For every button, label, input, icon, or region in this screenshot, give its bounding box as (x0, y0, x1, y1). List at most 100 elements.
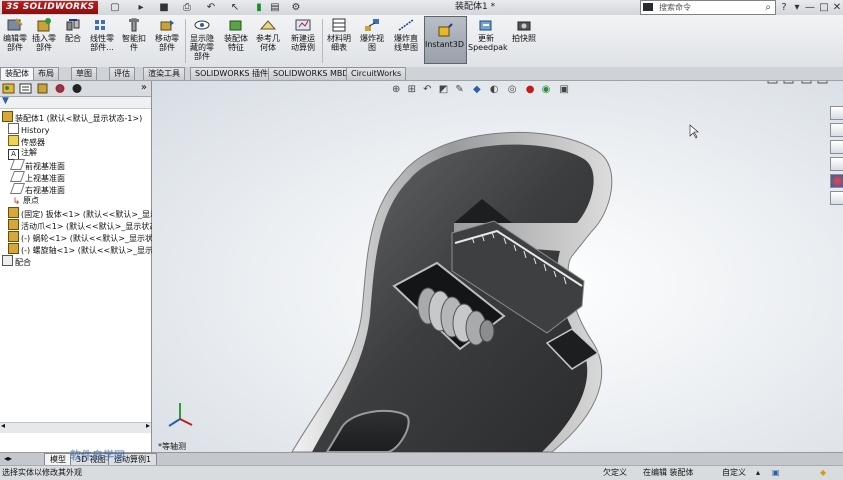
units-chevron-icon[interactable]: ▴ (756, 466, 760, 479)
tree-item-origin[interactable]: ↳ 原点 (12, 195, 39, 207)
status-tooltip-icon[interactable]: ▣ (772, 466, 780, 479)
search-commands-box[interactable]: 搜索命令 ⌕ (640, 0, 776, 15)
search-icon[interactable]: ⌕ (765, 1, 771, 14)
open-file-icon[interactable]: ▸ (134, 1, 148, 14)
tree-item-right-plane[interactable]: 右视基准面 (9, 183, 65, 195)
minimize-button[interactable]: — (804, 1, 816, 14)
tab-assembly[interactable]: 装配体 (0, 67, 34, 80)
assembly-icon (2, 111, 13, 122)
part-icon (8, 207, 19, 218)
command-manager-tabs: 装配体 布局 草图 评估 渲染工具 SOLIDWORKS 插件 SOLIDWOR… (0, 67, 843, 81)
exploded-view-icon (365, 19, 379, 31)
file-properties-icon[interactable]: ▤ (268, 1, 282, 14)
tab-scroll-icon[interactable]: ◂▸ (4, 453, 12, 465)
smart-fastener-icon (129, 18, 139, 32)
configuration-manager-tab-icon[interactable] (35, 82, 51, 95)
options-icon[interactable]: ⚙ (289, 1, 303, 14)
edit-component-button[interactable]: 编辑零 部件 (0, 17, 30, 52)
tree-filter-row[interactable]: ▼ (0, 96, 151, 109)
linear-pattern-button[interactable]: 线性零 部件... (86, 17, 118, 52)
tab-layout[interactable]: 布局 (33, 67, 59, 80)
scroll-right-icon[interactable]: ▸ (146, 421, 150, 430)
insert-component-icon (37, 18, 51, 32)
close-button[interactable]: ✕ (831, 1, 843, 14)
tab-sketch[interactable]: 草图 (71, 67, 97, 80)
snapshot-button[interactable]: 拍快照 (508, 17, 540, 43)
tab-evaluate[interactable]: 评估 (109, 67, 135, 80)
assembly-features-button[interactable]: 装配体 特征 (222, 17, 250, 52)
save-icon[interactable]: ■ (157, 1, 171, 14)
scroll-left-icon[interactable]: ◂ (1, 421, 5, 430)
explode-line-icon (398, 19, 414, 31)
rebuild-icon[interactable]: ▮ (252, 1, 266, 14)
display-manager-tab-icon[interactable] (69, 82, 85, 95)
tab-circuitworks[interactable]: CircuitWorks (346, 67, 407, 80)
reference-geometry-icon (259, 20, 277, 30)
solidworks-logo[interactable]: 3S SOLIDWORKS (2, 1, 99, 14)
mate-button[interactable]: 配合 (60, 17, 86, 43)
linear-pattern-label: 线性零 部件... (90, 34, 114, 52)
tree-item-label: History (21, 126, 50, 135)
tree-item-history[interactable]: History (8, 123, 49, 135)
design-library-icon[interactable] (830, 123, 843, 137)
file-explorer-icon[interactable] (830, 140, 843, 154)
tab-solidworks-addins[interactable]: SOLIDWORKS 插件 (190, 67, 273, 80)
filter-icon[interactable]: ▼ (2, 96, 9, 106)
tree-root-assembly[interactable]: 装配体1 (默认<默认_显示状态-1>) (2, 111, 142, 123)
smart-fasteners-button[interactable]: 智能扣 件 (120, 17, 148, 52)
rebuild-status-icon[interactable]: ◆ (820, 466, 826, 479)
bom-button[interactable]: 材料明 细表 (324, 17, 354, 52)
tab-solidworks-mbd[interactable]: SOLIDWORKS MBD (268, 67, 354, 80)
view-palette-icon[interactable] (830, 157, 843, 171)
solidworks-resources-icon[interactable] (830, 106, 843, 120)
tree-item-component-body[interactable]: (固定) 扳体<1> (默认<<默认>_显示 (8, 207, 158, 219)
new-motion-study-button[interactable]: 新建运 动算例 (286, 17, 320, 52)
dimxpert-tab-icon[interactable] (52, 82, 68, 95)
reference-geometry-button[interactable]: 参考几 何体 (254, 17, 282, 52)
undo-icon[interactable]: ↶ (204, 1, 218, 14)
speedpak-icon (479, 20, 492, 31)
appearances-icon[interactable] (830, 174, 843, 188)
title-bar: 3S SOLIDWORKS ▢ ▸ ■ ⎙ ↶ ↖ ▮ ▤ ⚙ 装配体1 * 搜… (0, 0, 843, 16)
bom-label: 材料明 细表 (327, 34, 351, 52)
new-document-icon[interactable]: ▢ (108, 1, 122, 14)
part-icon (8, 231, 19, 242)
tree-item-sensors[interactable]: 传感器 (8, 135, 45, 147)
panel-expand-icon[interactable]: » (141, 81, 147, 95)
print-icon[interactable]: ⎙ (180, 1, 194, 14)
panel-horizontal-scrollbar[interactable]: ◂ ▸ (0, 421, 151, 433)
tree-item-component-jaw[interactable]: 活动爪<1> (默认<<默认>_显示状态 (8, 219, 157, 231)
graphics-viewport[interactable]: ⊕ ⊞ ↶ ◩ ✎ ◆ ◐ ◎ ● ◉ ▣ *等轴测 (152, 81, 843, 452)
instant3d-button[interactable]: Instant3D (424, 23, 465, 49)
panel-tabs: » (0, 81, 151, 97)
property-manager-tab-icon[interactable] (18, 82, 34, 95)
exploded-view-button[interactable]: 爆炸视 图 (358, 17, 386, 52)
move-component-button[interactable]: 移动零 部件 (152, 17, 182, 52)
tree-item-top-plane[interactable]: 上视基准面 (9, 171, 65, 183)
assembly-feature-icon (229, 20, 242, 31)
tree-item-component-screw-shaft[interactable]: (-) 螺旋轴<1> (默认<<默认>_显示 (8, 243, 153, 255)
show-hidden-components-button[interactable]: 显示隐 藏的零 部件 (187, 17, 217, 61)
help-button[interactable]: ? (778, 1, 790, 14)
watermark: 软件自学网 (70, 449, 125, 462)
status-units[interactable]: 自定义 (722, 466, 746, 479)
explode-line-sketch-button[interactable]: 爆炸直 线草图 (390, 17, 422, 52)
maximize-button[interactable]: □ (818, 1, 830, 14)
custom-properties-icon[interactable] (830, 191, 843, 205)
tree-item-mates[interactable]: 配合 (2, 255, 31, 267)
tree-item-front-plane[interactable]: 前视基准面 (9, 159, 65, 171)
tab-render-tools[interactable]: 渲染工具 (143, 67, 185, 80)
task-pane (830, 106, 843, 216)
feature-manager-tab-icon[interactable] (1, 82, 17, 95)
tree-item-label: 右视基准面 (25, 186, 65, 195)
mouse-cursor-icon (689, 124, 699, 139)
select-icon[interactable]: ↖ (228, 1, 242, 14)
insert-component-button[interactable]: 插入零 部件 (30, 17, 58, 52)
update-speedpak-button[interactable]: 更新 Speedpak (468, 17, 508, 52)
tree-item-annotations[interactable]: A 注解 (8, 147, 37, 160)
search-input[interactable]: 搜索命令 (659, 1, 691, 14)
chevron-down-icon[interactable]: ▾ (792, 1, 802, 14)
tree-item-component-worm-wheel[interactable]: (-) 蜗轮<1> (默认<<默认>_显示状 (8, 231, 153, 243)
exploded-view-label: 爆炸视 图 (360, 34, 384, 52)
wrench-model[interactable] (152, 81, 843, 452)
